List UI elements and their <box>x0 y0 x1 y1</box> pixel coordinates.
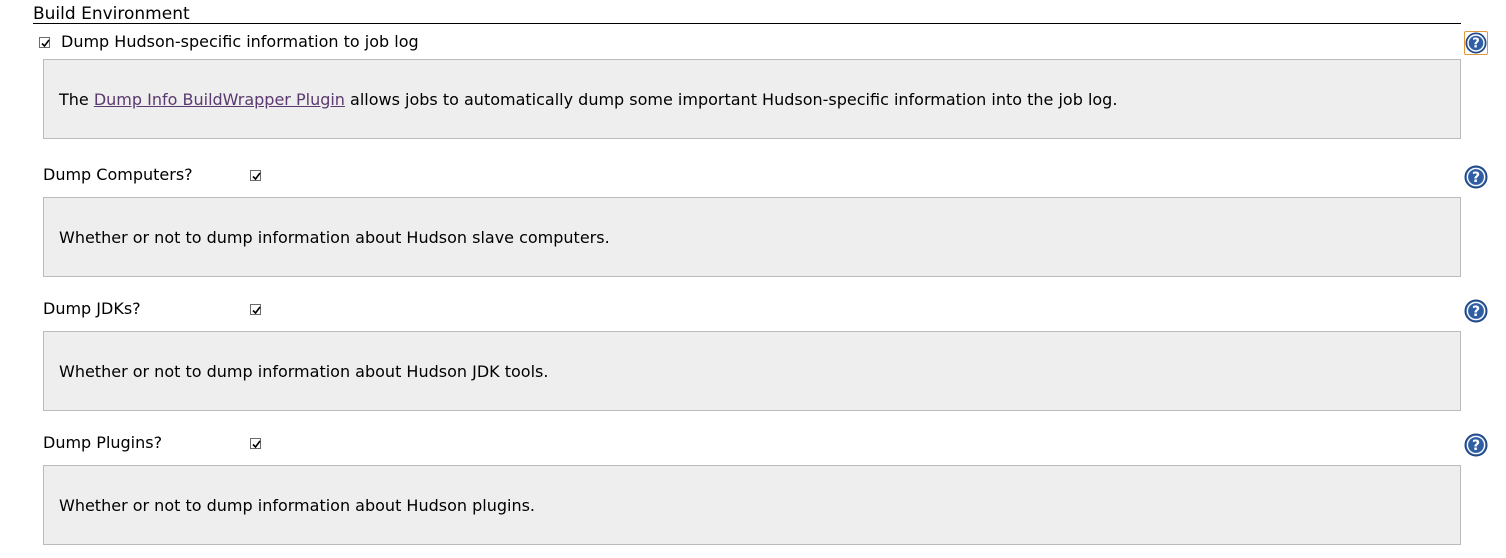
checkmark-icon <box>41 39 50 47</box>
help-box-dump-computers: Whether or not to dump information about… <box>43 197 1461 277</box>
help-box-dump-plugins: Whether or not to dump information about… <box>43 465 1461 545</box>
dump-computers-checkbox[interactable] <box>250 170 261 181</box>
dump-info-checkbox[interactable] <box>39 36 50 48</box>
help-button-dump-info[interactable]: ? <box>1464 31 1488 55</box>
help-text-prefix: The <box>59 89 94 109</box>
help-question-icon: ? <box>1464 165 1488 189</box>
dump-jdks-label: Dump JDKs? <box>43 299 141 318</box>
svg-text:?: ? <box>1472 438 1480 454</box>
checkmark-icon <box>252 440 261 449</box>
dump-info-option-row: Dump Hudson-specific information to job … <box>39 32 419 52</box>
plugin-link[interactable]: Dump Info BuildWrapper Plugin <box>94 90 345 109</box>
svg-text:?: ? <box>1472 37 1480 52</box>
help-question-icon: ? <box>1464 299 1488 323</box>
checkmark-icon <box>252 306 261 315</box>
dump-computers-label: Dump Computers? <box>43 165 193 184</box>
svg-text:?: ? <box>1472 170 1480 186</box>
dump-plugins-checkbox[interactable] <box>250 438 261 449</box>
dump-info-label: Dump Hudson-specific information to job … <box>61 32 419 51</box>
dump-plugins-label: Dump Plugins? <box>43 433 163 452</box>
help-text-suffix: allows jobs to automatically dump some i… <box>344 89 1118 109</box>
svg-text:?: ? <box>1472 304 1480 320</box>
help-button-dump-computers[interactable]: ? <box>1464 165 1488 189</box>
dump-jdks-checkbox[interactable] <box>250 304 261 315</box>
help-button-dump-plugins[interactable]: ? <box>1464 433 1488 457</box>
help-question-icon: ? <box>1464 433 1488 457</box>
help-box-dump-info: The Dump Info BuildWrapper Plugin allows… <box>43 59 1461 139</box>
help-question-icon: ? <box>1465 32 1487 54</box>
section-title: Build Environment <box>33 5 1461 24</box>
help-box-dump-jdks: Whether or not to dump information about… <box>43 331 1461 411</box>
checkmark-icon <box>252 172 261 181</box>
help-button-dump-jdks[interactable]: ? <box>1464 299 1488 323</box>
